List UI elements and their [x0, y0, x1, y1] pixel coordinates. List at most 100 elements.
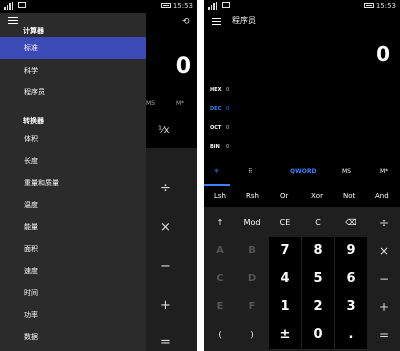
- nav-item-time[interactable]: 时间: [0, 282, 146, 304]
- page-title: 程序员: [232, 16, 256, 25]
- mstar-button[interactable]: M*: [176, 100, 184, 107]
- base-label: OCT: [210, 125, 222, 131]
- battery-icon: [161, 3, 171, 8]
- operator-column: ÷ × − + =: [146, 148, 197, 351]
- key-b[interactable]: B: [236, 237, 268, 265]
- calculator-section-header: 计算器: [23, 27, 44, 35]
- base-value: 0: [226, 144, 230, 150]
- hamburger-icon[interactable]: [212, 18, 221, 27]
- rsh-button[interactable]: Rsh: [246, 192, 259, 200]
- plus-button[interactable]: +: [160, 298, 171, 313]
- status-time: 15:53: [172, 2, 193, 10]
- key-d[interactable]: D: [236, 265, 268, 293]
- base-value: 0: [226, 87, 230, 93]
- nav-item-temperature[interactable]: 温度: [0, 194, 146, 216]
- message-icon: [18, 2, 26, 8]
- xor-button[interactable]: Xor: [311, 192, 323, 200]
- signal-icon: [4, 2, 13, 10]
- nav-item-energy[interactable]: 能量: [0, 216, 146, 238]
- base-label: HEX: [210, 87, 222, 93]
- key-f[interactable]: F: [236, 293, 268, 321]
- battery-icon: [364, 3, 374, 8]
- history-icon[interactable]: ⟲: [182, 17, 190, 27]
- key-a[interactable]: A: [204, 237, 236, 265]
- minus-button[interactable]: −: [368, 265, 400, 293]
- base-oct[interactable]: OCT 0: [210, 125, 229, 131]
- ce-button[interactable]: CE: [269, 209, 301, 237]
- nav-item-weight[interactable]: 重量和质量: [0, 172, 146, 194]
- key-8[interactable]: 8: [302, 237, 334, 265]
- key-0[interactable]: 0: [302, 321, 334, 349]
- key-7[interactable]: 7: [269, 237, 301, 265]
- or-button[interactable]: Or: [280, 192, 288, 200]
- display-value: 0: [376, 42, 390, 66]
- status-bar: 15:53: [0, 0, 197, 13]
- key-9[interactable]: 9: [335, 237, 367, 265]
- hamburger-icon[interactable]: [8, 17, 18, 26]
- base-label: BIN: [210, 144, 220, 150]
- key-2[interactable]: 2: [302, 293, 334, 321]
- nav-item-scientific[interactable]: 科学: [0, 60, 146, 82]
- backspace-button[interactable]: ⌫: [335, 209, 367, 237]
- display-value: 0: [175, 54, 191, 79]
- shift-button[interactable]: ↑: [204, 209, 236, 237]
- base-label: DEC: [210, 106, 222, 112]
- base-value: 0: [226, 106, 230, 112]
- ms-button[interactable]: MS: [146, 100, 155, 107]
- nav-item-power[interactable]: 功率: [0, 304, 146, 326]
- key-1[interactable]: 1: [269, 293, 301, 321]
- signal-icon: [208, 2, 217, 10]
- nav-item-speed[interactable]: 速度: [0, 260, 146, 282]
- clear-button[interactable]: C: [302, 209, 334, 237]
- lsh-button[interactable]: Lsh: [214, 192, 226, 200]
- mod-button[interactable]: Mod: [236, 209, 268, 237]
- minus-button[interactable]: −: [160, 259, 171, 274]
- open-paren-button[interactable]: (: [204, 321, 236, 349]
- multiply-button[interactable]: ×: [160, 220, 171, 235]
- equals-button[interactable]: =: [368, 321, 400, 349]
- key-3[interactable]: 3: [335, 293, 367, 321]
- bit-toggle-icon[interactable]: ⠿: [248, 168, 252, 175]
- and-button[interactable]: And: [375, 192, 389, 200]
- base-value: 0: [226, 125, 230, 131]
- key-c[interactable]: C: [204, 265, 236, 293]
- divide-button[interactable]: ÷: [160, 181, 171, 196]
- ms-button[interactable]: MS: [342, 168, 351, 175]
- equals-button[interactable]: =: [160, 335, 171, 350]
- programmer-toolbar: ⁜ ⠿ QWORD MS M*: [204, 160, 400, 186]
- key-e[interactable]: E: [204, 293, 236, 321]
- nav-item-data[interactable]: 数据: [0, 326, 146, 348]
- active-tab-indicator: [204, 184, 230, 186]
- nav-item-area[interactable]: 面积: [0, 238, 146, 260]
- left-screen: 15:53 ⟲ 0 MS M* ¹⁄x ÷ × − + = 计算器 标准 科学 …: [0, 0, 197, 351]
- multiply-button[interactable]: ×: [368, 237, 400, 265]
- navigation-pane: 计算器 标准 科学 程序员 转换器 体积 长度 重量和质量 温度 能量 面积 速…: [0, 13, 146, 351]
- key-6[interactable]: 6: [335, 265, 367, 293]
- mstar-button[interactable]: M*: [380, 168, 388, 175]
- reciprocal-button[interactable]: ¹⁄x: [158, 125, 170, 136]
- right-screen: 15:53 程序员 0 HEX 0 DEC 0 OCT 0 BIN 0 ⁜ ⠿ QWOR…: [204, 0, 400, 351]
- status-time: 15:53: [375, 2, 396, 10]
- nav-item-length[interactable]: 长度: [0, 150, 146, 172]
- key-5[interactable]: 5: [302, 265, 334, 293]
- not-button[interactable]: Not: [343, 192, 355, 200]
- base-dec[interactable]: DEC 0: [210, 106, 229, 112]
- nav-item-programmer[interactable]: 程序员: [0, 81, 146, 103]
- standard-calculator-behind: ⟲ 0 MS M* ¹⁄x ÷ × − + =: [146, 13, 197, 351]
- converter-section-header: 转换器: [23, 117, 44, 125]
- decimal-button[interactable]: .: [335, 321, 367, 349]
- word-size-button[interactable]: QWORD: [290, 168, 316, 175]
- message-icon: [222, 2, 230, 8]
- divide-button[interactable]: ÷: [368, 209, 400, 237]
- nav-item-standard[interactable]: 标准: [0, 37, 146, 59]
- negate-button[interactable]: ±: [269, 321, 301, 349]
- base-hex[interactable]: HEX 0: [210, 87, 229, 93]
- key-4[interactable]: 4: [269, 265, 301, 293]
- close-paren-button[interactable]: ): [236, 321, 268, 349]
- bitwise-row: Lsh Rsh Or Xor Not And: [204, 188, 400, 206]
- keypad: ↑ Mod CE C ⌫ ÷ A B 7 8 9 × C D 4 5 6 − E…: [204, 207, 400, 351]
- plus-button[interactable]: +: [368, 293, 400, 321]
- full-keypad-icon[interactable]: ⁜: [214, 168, 219, 175]
- nav-item-volume[interactable]: 体积: [0, 128, 146, 150]
- base-bin[interactable]: BIN 0: [210, 144, 229, 150]
